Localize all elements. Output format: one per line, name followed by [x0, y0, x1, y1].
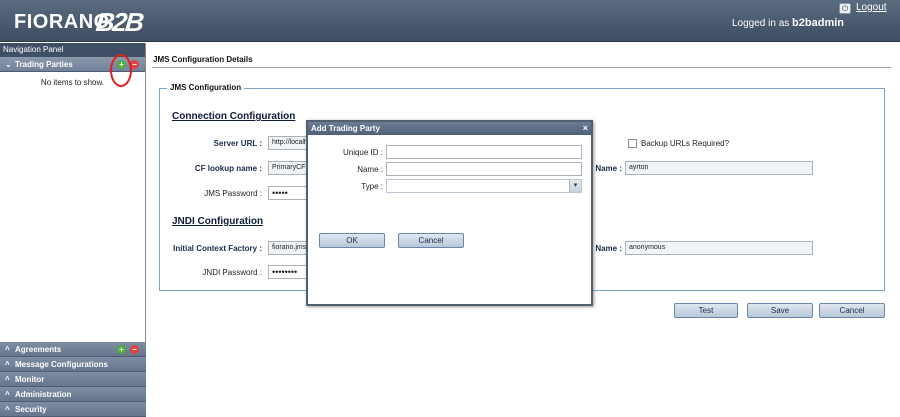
fieldset-legend: JMS Configuration	[167, 83, 245, 92]
chevron-up-icon: ^	[5, 375, 10, 384]
jms-user-name-field[interactable]: ayrton	[625, 161, 813, 175]
dialog-cancel-button[interactable]: Cancel	[398, 233, 464, 248]
sidebar-section-label: Security	[15, 405, 47, 414]
sidebar-section-label: Administration	[15, 390, 72, 399]
dialog-ok-button[interactable]: OK	[319, 233, 385, 248]
sidebar-section-agreements[interactable]: ^ Agreements + −	[0, 342, 146, 357]
initial-context-factory-label: Initial Context Factory :	[173, 244, 262, 253]
party-name-label: Name :	[357, 165, 383, 174]
initial-context-factory-field[interactable]: fiorano.jms	[268, 241, 308, 255]
party-type-select[interactable]: ▾	[386, 179, 582, 193]
app-header: FIORANO B2B ⏻ Logout Logged in as b2badm…	[0, 0, 900, 42]
jndi-principal-field[interactable]: anonymous	[625, 241, 813, 255]
sidebar-section-label: Trading Parties	[15, 60, 73, 69]
sidebar-section-security[interactable]: ^ Security	[0, 402, 146, 417]
sidebar-section-message-configurations[interactable]: ^ Message Configurations	[0, 357, 146, 372]
cf-lookup-label: CF lookup name :	[194, 164, 262, 173]
sidebar-section-monitor[interactable]: ^ Monitor	[0, 372, 146, 387]
jndi-password-field[interactable]: ••••••••	[268, 265, 308, 279]
sidebar-sections: ^ Agreements + − ^ Message Configurations …	[0, 342, 146, 417]
jndi-configuration-title: JNDI Configuration	[172, 216, 264, 227]
backup-urls-label: Backup URLs Required?	[641, 139, 730, 148]
chevron-up-icon: ^	[5, 345, 10, 354]
unique-id-label: Unique ID :	[342, 148, 383, 157]
jms-password-label: JMS Password :	[204, 189, 262, 198]
chevron-down-icon: ⌄	[5, 60, 12, 69]
logout-icon[interactable]: ⏻	[839, 3, 851, 14]
highlight-circle-annotation	[110, 54, 132, 87]
sidebar-section-label: Message Configurations	[15, 360, 108, 369]
chevron-down-icon[interactable]: ▾	[569, 180, 581, 192]
dialog-title-bar: Add Trading Party ×	[308, 122, 591, 135]
sidebar-section-label: Agreements	[15, 345, 62, 354]
connection-configuration-title: Connection Configuration	[172, 111, 296, 122]
chevron-up-icon: ^	[5, 390, 10, 399]
save-button[interactable]: Save	[747, 303, 813, 318]
party-type-label: Type :	[361, 182, 383, 191]
chevron-up-icon: ^	[5, 405, 10, 414]
logo-mark: B2B	[94, 7, 144, 37]
server-url-field[interactable]: http://localh	[268, 136, 308, 150]
test-button[interactable]: Test	[674, 303, 738, 318]
server-url-label: Server URL :	[213, 139, 262, 148]
close-icon[interactable]: ×	[583, 122, 588, 135]
logged-in-status: Logged in as b2badmin	[732, 17, 844, 29]
jndi-password-label: JNDI Password :	[202, 268, 262, 277]
navigation-panel: Navigation Panel ⌄ Trading Parties + − No…	[0, 43, 146, 417]
logged-in-prefix: Logged in as	[731, 18, 790, 29]
add-agreement-icon[interactable]: +	[117, 345, 126, 354]
sidebar-section-label: Monitor	[15, 375, 45, 384]
unique-id-field[interactable]	[386, 145, 582, 159]
logout-link[interactable]: Logout	[856, 2, 887, 13]
cf-lookup-field[interactable]: PrimaryCF	[268, 161, 308, 175]
username: b2badmin	[792, 17, 844, 29]
cancel-button[interactable]: Cancel	[819, 303, 885, 318]
remove-agreement-icon[interactable]: −	[130, 345, 139, 354]
jms-password-field[interactable]: •••••	[268, 186, 308, 200]
backup-urls-checkbox[interactable]	[628, 139, 637, 148]
title-divider	[152, 67, 891, 68]
add-trading-party-dialog: Add Trading Party × Unique ID : Name : T…	[306, 120, 593, 306]
sidebar-section-administration[interactable]: ^ Administration	[0, 387, 146, 402]
party-name-field[interactable]	[386, 162, 582, 176]
dialog-title: Add Trading Party	[311, 124, 380, 133]
chevron-up-icon: ^	[5, 360, 10, 369]
page-title: JMS Configuration Details	[153, 55, 253, 64]
